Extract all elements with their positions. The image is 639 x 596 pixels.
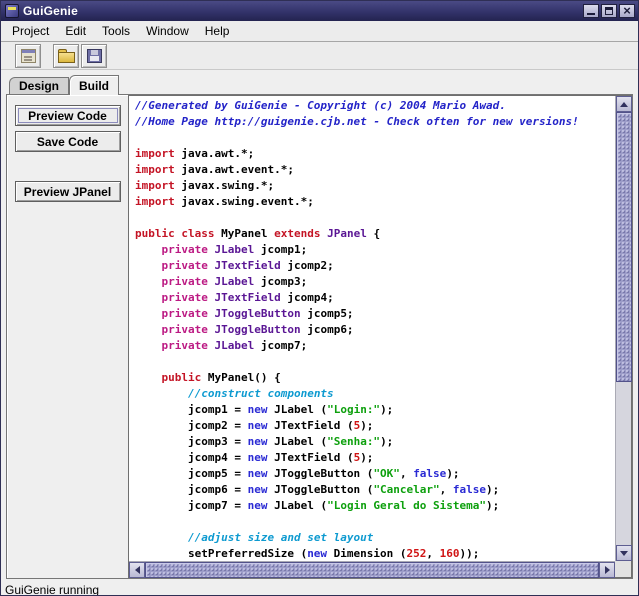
main-area: Design Build Preview Code Save Code Prev… — [1, 70, 638, 581]
scroll-up-button[interactable] — [616, 96, 632, 112]
code-line: private JLabel jcomp1; — [135, 242, 615, 258]
code-line: jcomp6 = new JToggleButton ("Cancelar", … — [135, 482, 615, 498]
menu-item-window[interactable]: Window — [138, 21, 197, 41]
code-line: private JTextField jcomp4; — [135, 290, 615, 306]
minimize-button[interactable] — [583, 4, 599, 18]
new-gui-button[interactable] — [15, 44, 41, 68]
scrollbar-corner — [615, 561, 631, 577]
preview-jpanel-button[interactable]: Preview JPanel — [15, 181, 121, 202]
code-line: public MyPanel() { — [135, 370, 615, 386]
save-code-button[interactable]: Save Code — [15, 131, 121, 152]
arrow-right-icon — [605, 566, 610, 574]
code-line — [135, 514, 615, 530]
code-line: setPreferredSize (new Dimension (252, 16… — [135, 546, 615, 561]
arrow-up-icon — [620, 102, 628, 107]
code-line: //Home Page http://guigenie.cjb.net - Ch… — [135, 114, 615, 130]
code-line — [135, 354, 615, 370]
tab-build[interactable]: Build — [69, 75, 119, 95]
code-line: jcomp4 = new JTextField (5); — [135, 450, 615, 466]
toolbar — [1, 42, 638, 70]
code-scrollpane: //Generated by GuiGenie - Copyright (c) … — [128, 95, 632, 578]
scroll-left-button[interactable] — [129, 562, 145, 578]
tab-strip: Design Build — [6, 74, 633, 94]
code-line: private JTextField jcomp2; — [135, 258, 615, 274]
menu-item-help[interactable]: Help — [197, 21, 238, 41]
menu-bar: Project Edit Tools Window Help — [1, 21, 638, 42]
save-button[interactable] — [81, 44, 107, 68]
code-line: private JLabel jcomp3; — [135, 274, 615, 290]
scroll-down-button[interactable] — [616, 545, 632, 561]
vertical-scroll-thumb[interactable] — [616, 112, 632, 382]
code-line: import javax.swing.*; — [135, 178, 615, 194]
code-line: jcomp5 = new JToggleButton ("OK", false)… — [135, 466, 615, 482]
menu-item-edit[interactable]: Edit — [57, 21, 94, 41]
save-icon — [87, 49, 102, 63]
scroll-right-button[interactable] — [599, 562, 615, 578]
app-icon — [5, 4, 19, 18]
menu-item-tools[interactable]: Tools — [94, 21, 138, 41]
title-drag-area[interactable] — [78, 1, 581, 21]
code-editor[interactable]: //Generated by GuiGenie - Copyright (c) … — [129, 96, 615, 561]
side-panel: Preview Code Save Code Preview JPanel — [7, 95, 128, 578]
title-bar[interactable]: GuiGenie — [1, 1, 638, 21]
code-line: private JToggleButton jcomp6; — [135, 322, 615, 338]
code-line: jcomp2 = new JTextField (5); — [135, 418, 615, 434]
code-line: jcomp3 = new JLabel ("Senha:"); — [135, 434, 615, 450]
code-line: import java.awt.event.*; — [135, 162, 615, 178]
code-line: import java.awt.*; — [135, 146, 615, 162]
code-line: import javax.swing.event.*; — [135, 194, 615, 210]
code-line: jcomp7 = new JLabel ("Login Geral do Sis… — [135, 498, 615, 514]
code-line: //Generated by GuiGenie - Copyright (c) … — [135, 98, 615, 114]
horizontal-scroll-thumb[interactable] — [145, 562, 599, 578]
code-line: private JLabel jcomp7; — [135, 338, 615, 354]
vertical-scrollbar[interactable] — [615, 96, 631, 561]
code-line — [135, 130, 615, 146]
tab-label: Build — [79, 79, 109, 93]
horizontal-scrollbar[interactable] — [129, 561, 615, 577]
tab-label: Design — [19, 79, 59, 93]
menu-item-project[interactable]: Project — [4, 21, 57, 41]
preview-code-button[interactable]: Preview Code — [15, 105, 121, 126]
close-button[interactable] — [619, 4, 635, 18]
build-tab-content: Preview Code Save Code Preview JPanel //… — [6, 94, 633, 579]
code-line: //construct components — [135, 386, 615, 402]
code-line: jcomp1 = new JLabel ("Login:"); — [135, 402, 615, 418]
arrow-down-icon — [620, 551, 628, 556]
open-folder-icon — [58, 52, 75, 63]
code-line: private JToggleButton jcomp5; — [135, 306, 615, 322]
code-line: public class MyPanel extends JPanel { — [135, 226, 615, 242]
code-line — [135, 210, 615, 226]
open-button[interactable] — [53, 44, 79, 68]
new-gui-icon — [21, 49, 36, 63]
arrow-left-icon — [135, 566, 140, 574]
app-window: GuiGenie Project Edit Tools Window Help … — [0, 0, 639, 596]
window-title: GuiGenie — [23, 4, 78, 18]
code-line: //adjust size and set layout — [135, 530, 615, 546]
tab-design[interactable]: Design — [9, 77, 69, 94]
status-text: GuiGenie running — [5, 583, 99, 595]
maximize-button[interactable] — [601, 4, 617, 18]
status-bar: GuiGenie running — [1, 581, 638, 595]
